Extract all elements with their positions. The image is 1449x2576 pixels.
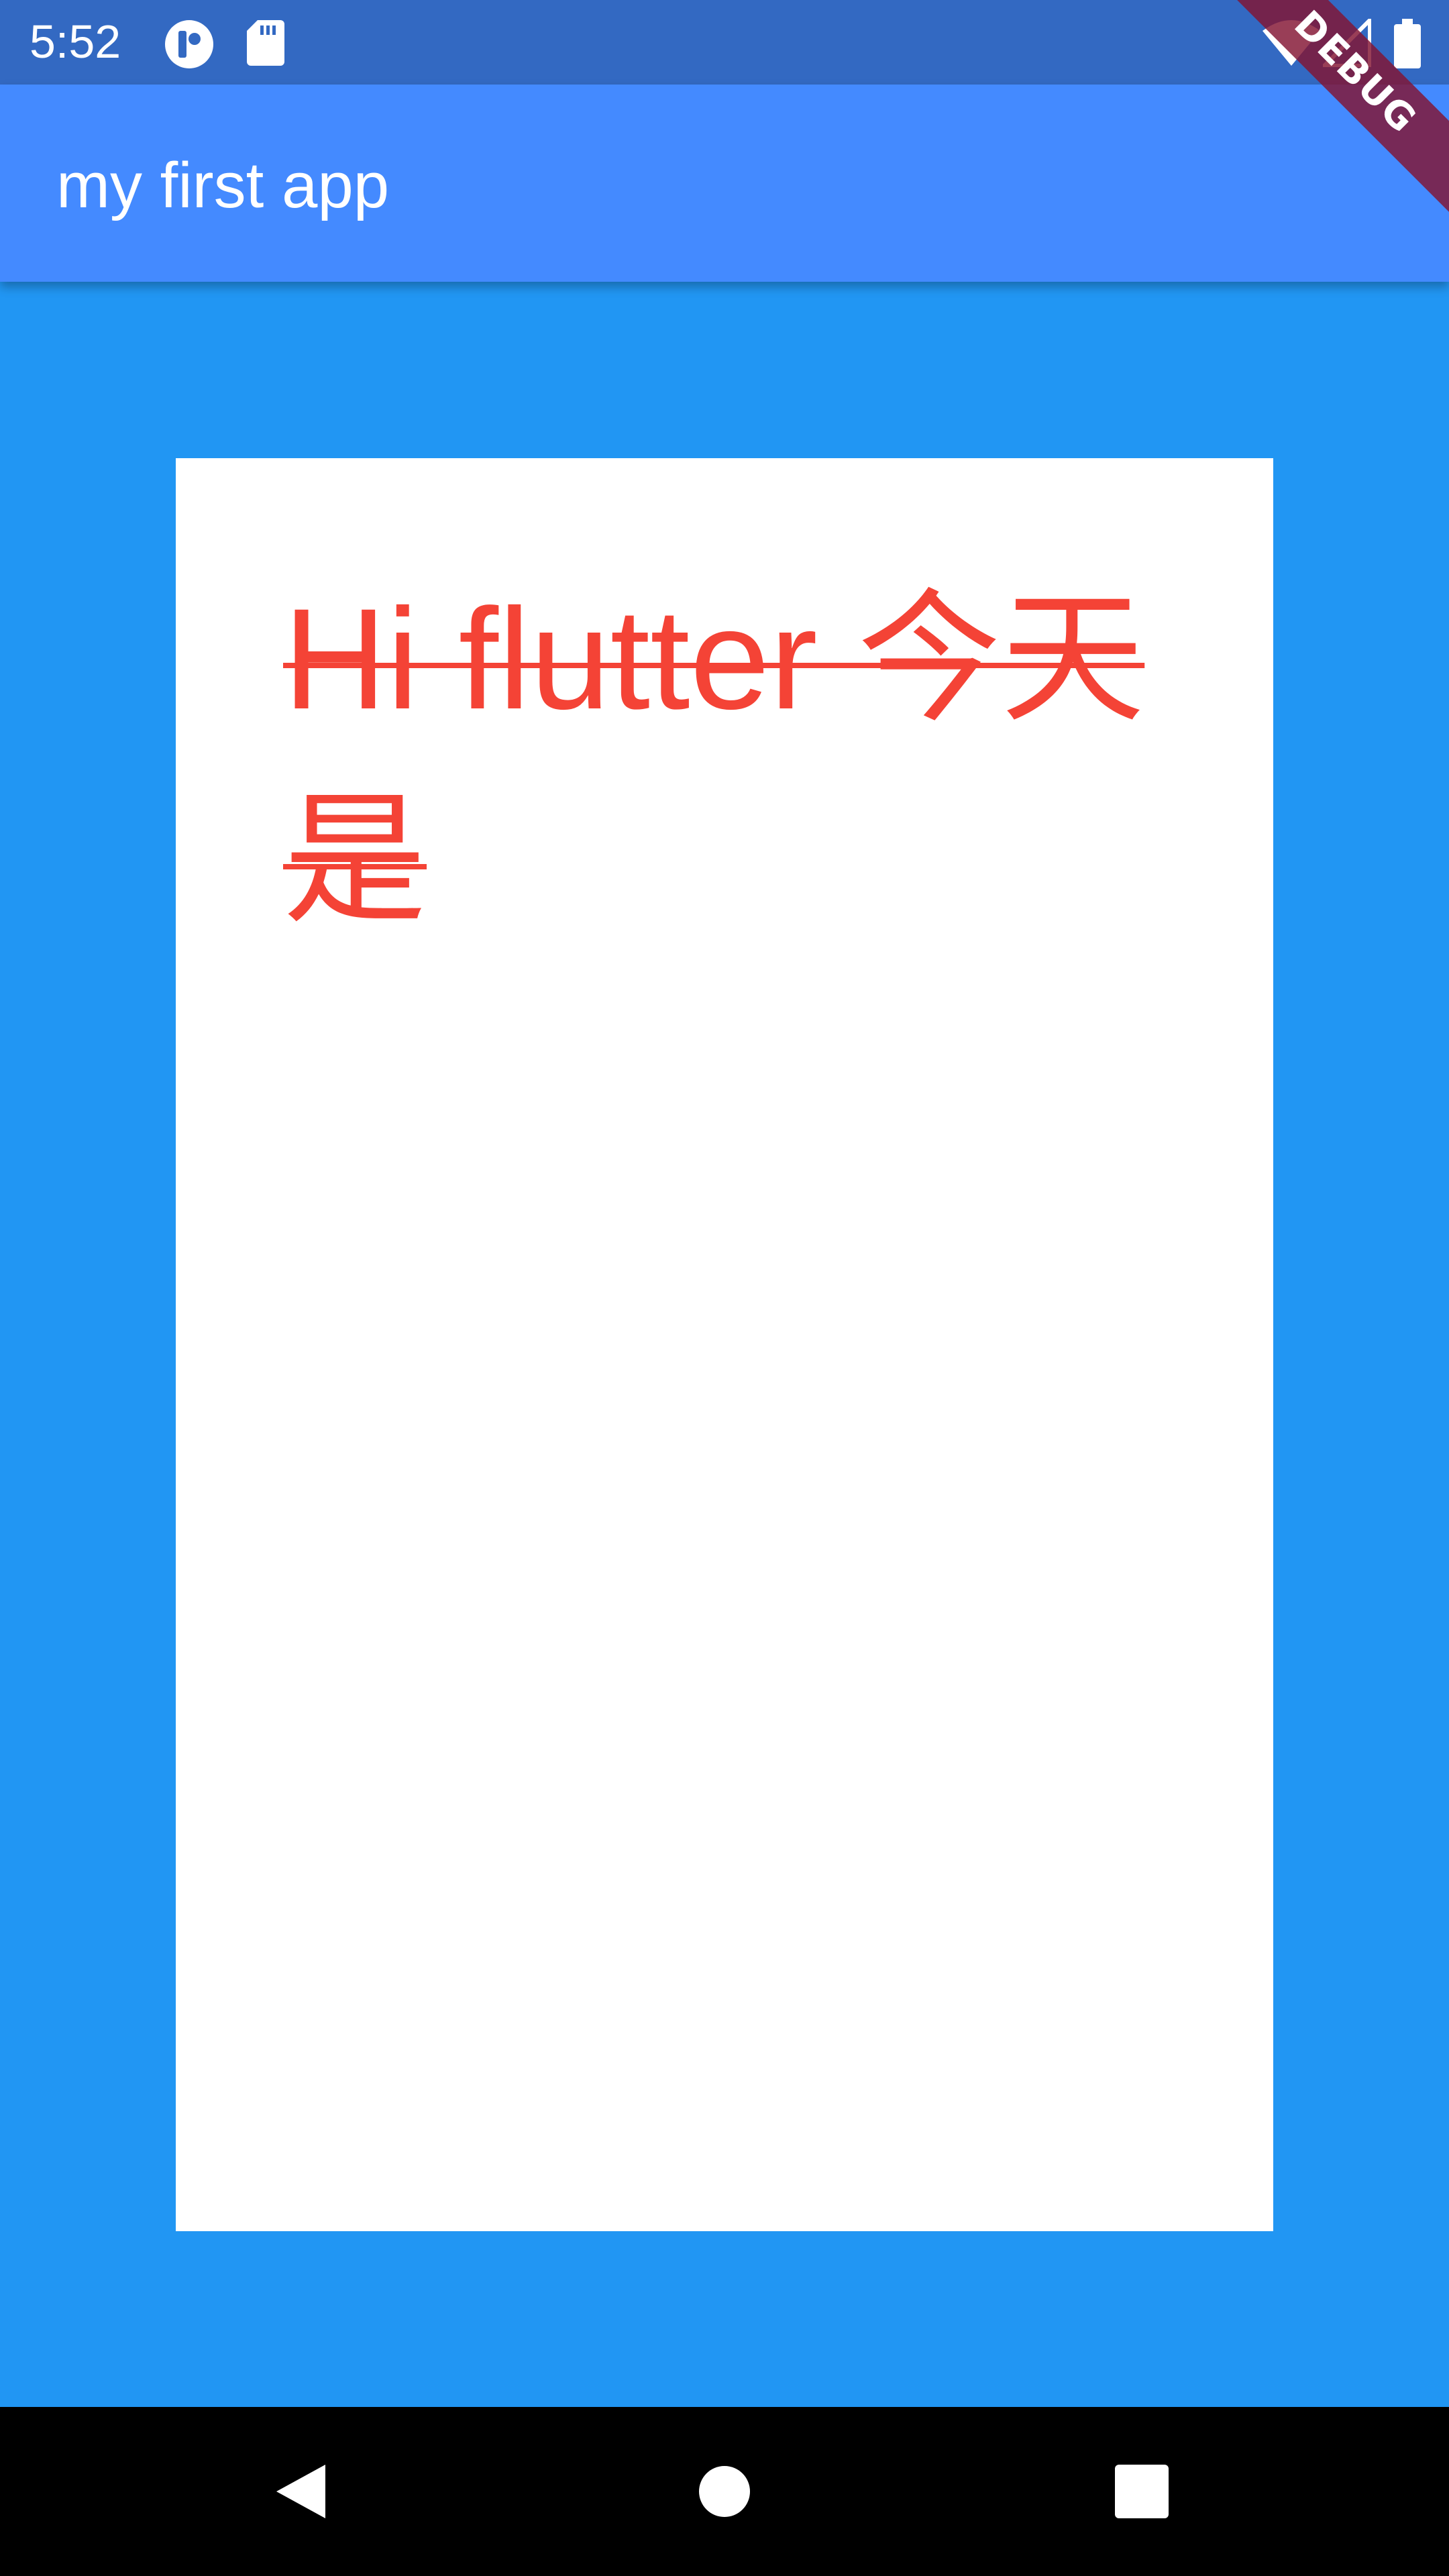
app-bar: my first app <box>0 85 1449 282</box>
status-bar: 5:52 <box>0 0 1449 85</box>
status-time: 5:52 <box>30 15 121 68</box>
navigation-bar <box>0 2407 1449 2576</box>
app-notification-icon <box>164 19 215 70</box>
content-card: Hi flutter 今天是 <box>176 458 1273 2231</box>
sd-card-icon <box>246 19 297 70</box>
back-icon[interactable] <box>268 2458 335 2525</box>
recents-icon[interactable] <box>1108 2458 1175 2525</box>
card-text: Hi flutter 今天是 <box>283 579 1145 941</box>
app-screen: 5:52 DEBUG my first app Hi flutter 今天是 <box>0 0 1449 2576</box>
app-title: my first app <box>56 150 390 221</box>
battery-icon <box>1393 19 1422 70</box>
home-icon[interactable] <box>691 2458 758 2525</box>
